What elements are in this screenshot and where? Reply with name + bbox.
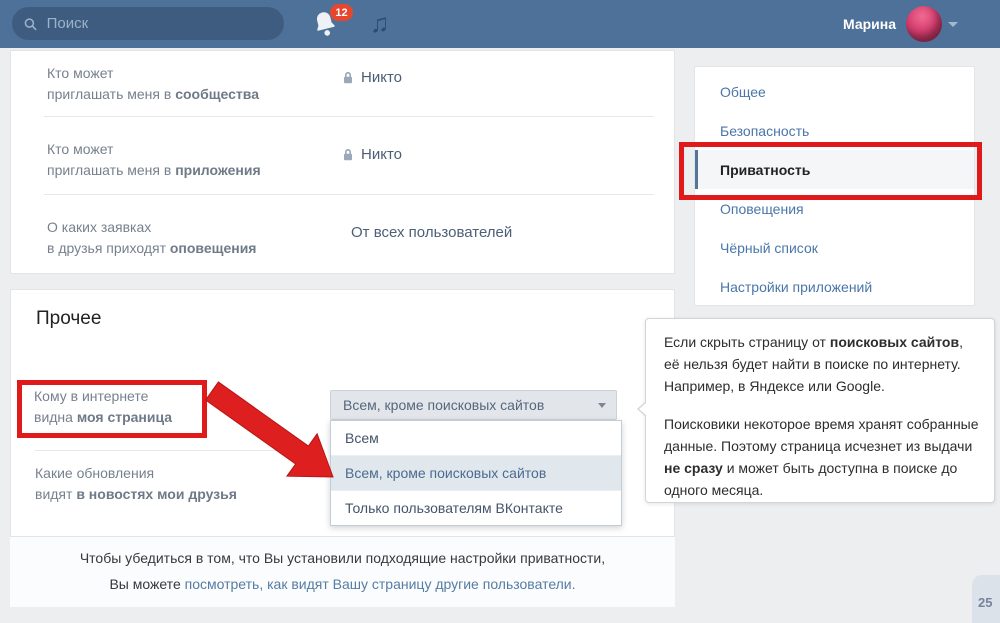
row-divider — [44, 194, 654, 195]
row-value-friend-requests[interactable]: От всех пользователей — [351, 224, 512, 241]
row-value-apps[interactable]: Никто — [342, 146, 402, 163]
notifications-button[interactable]: 12 — [312, 10, 356, 44]
corner-badge-count: 25 — [978, 595, 992, 610]
avatar[interactable] — [906, 6, 942, 42]
row-label-news-updates: Какие обновления видят в новостях мои др… — [35, 463, 237, 505]
row-divider — [44, 116, 654, 117]
settings-nav: Общее Безопасность Приватность Оповещени… — [694, 66, 975, 306]
row-label-friend-requests: О каких заявках в друзья приходят оповещ… — [47, 217, 256, 259]
dropdown-option-all-except-search[interactable]: Всем, кроме поисковых сайтов — [331, 456, 621, 491]
nav-item-privacy[interactable]: Приватность — [695, 150, 974, 189]
music-icon[interactable]: ♫ — [370, 6, 390, 40]
row-divider — [35, 450, 325, 451]
dropdown-option-all[interactable]: Всем — [331, 421, 621, 456]
corner-badge[interactable]: 25 — [972, 575, 1000, 623]
row-value-communities[interactable]: Никто — [342, 69, 402, 86]
tooltip-paragraph-2: Поисковики некоторое время хранят собран… — [664, 413, 980, 501]
search-icon — [24, 17, 37, 31]
dropdown-option-vk-users-only[interactable]: Только пользователям ВКонтакте — [331, 491, 621, 525]
lock-icon — [342, 71, 354, 85]
notification-badge: 12 — [330, 4, 353, 21]
tooltip-pointer — [637, 401, 646, 417]
nav-item-app-settings[interactable]: Настройки приложений — [695, 267, 974, 306]
select-value: Всем, кроме поисковых сайтов — [343, 397, 544, 413]
page-visibility-select[interactable]: Всем, кроме поисковых сайтов — [330, 390, 617, 420]
select-arrow-icon — [598, 403, 606, 408]
user-name[interactable]: Марина — [843, 16, 896, 32]
visibility-dropdown-menu: Всем Всем, кроме поисковых сайтов Только… — [330, 420, 622, 526]
row-label-communities: Кто может приглашать меня в сообщества — [47, 63, 259, 105]
row-label-page-visibility: Кому в интернете видна моя страница — [34, 386, 172, 428]
nav-item-general[interactable]: Общее — [695, 72, 974, 111]
footer-preview-link[interactable]: посмотреть, как видят Вашу страницу друг… — [185, 576, 576, 592]
row-label-apps: Кто может приглашать меня в приложения — [47, 139, 261, 181]
privacy-settings-card: Кто может приглашать меня в сообщества Н… — [10, 50, 675, 274]
search-input[interactable] — [45, 14, 272, 33]
search-box[interactable] — [12, 7, 284, 40]
search-visibility-tooltip: Если скрыть страницу от поисковых сайтов… — [645, 318, 995, 503]
top-bar: 12 ♫ Марина — [0, 0, 1000, 48]
tooltip-paragraph-1: Если скрыть страницу от поисковых сайтов… — [664, 331, 980, 397]
nav-item-security[interactable]: Безопасность — [695, 111, 974, 150]
lock-icon — [342, 148, 354, 162]
nav-item-notifications[interactable]: Оповещения — [695, 189, 974, 228]
section-title: Прочее — [36, 308, 101, 330]
nav-item-blacklist[interactable]: Чёрный список — [695, 228, 974, 267]
settings-footer: Чтобы убедиться в том, что Вы установили… — [10, 536, 675, 607]
chevron-down-icon[interactable] — [948, 22, 958, 27]
